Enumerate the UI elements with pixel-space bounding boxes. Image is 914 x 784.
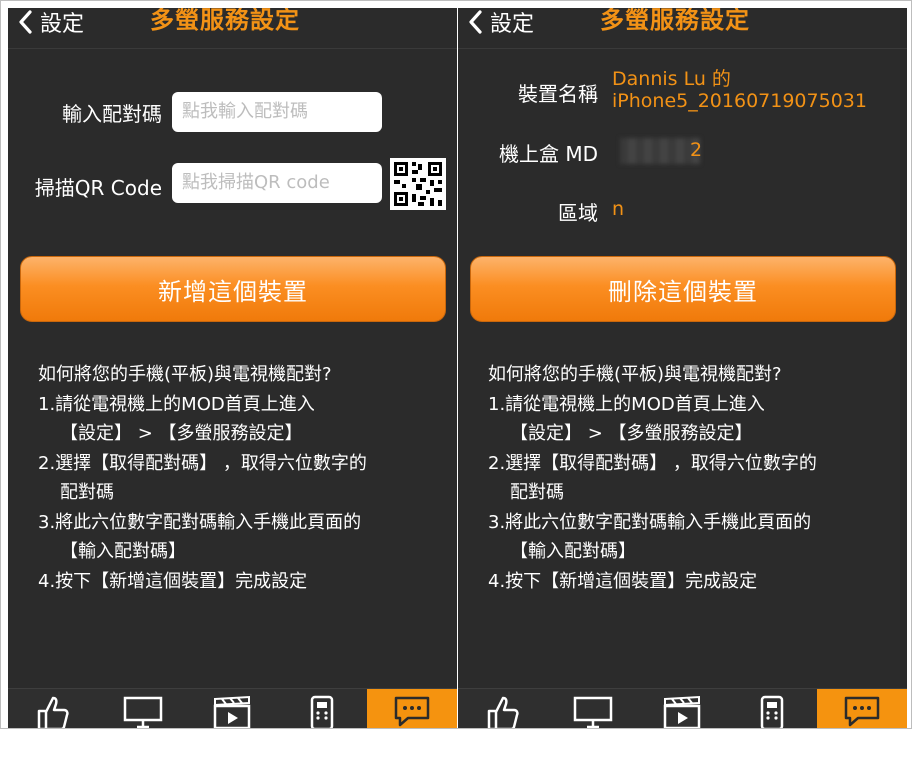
back-label: 設定 — [40, 12, 85, 37]
tab-remote[interactable] — [727, 689, 817, 728]
instruction-line: 如何將您的手機(平板)與電視機配對? — [488, 364, 782, 385]
right-screen-device-info: 設定 多螢服務設定 裝置名稱 Dannis Lu 的 iPhone5_20160… — [458, 8, 907, 728]
device-name-value-line2: iPhone5_20160719075031 — [612, 90, 867, 112]
page-title: 多螢服務設定 — [600, 8, 750, 34]
tab-video[interactable] — [638, 689, 728, 728]
tab-remote[interactable] — [277, 689, 367, 728]
pairing-code-label: 輸入配對碼 — [62, 102, 162, 126]
redacted-md-value — [620, 138, 700, 164]
nav-bar: 設定 多螢服務設定 — [458, 8, 907, 49]
tab-bar — [458, 688, 907, 728]
tab-video[interactable] — [188, 689, 278, 728]
instruction-line: 1.請從電視機上的MOD首頁上進入 — [488, 393, 765, 415]
stb-md-value-suffix: 2 — [690, 139, 703, 161]
instruction-line: 【設定】 > 【多螢服務設定】 — [60, 423, 303, 444]
pairing-instructions: 如何將您的手機(平板)與電視機配對? 1.請從電視機上的MOD首頁上進入 【設定… — [38, 360, 438, 596]
back-button[interactable]: 設定 — [18, 8, 84, 42]
region-value: n — [612, 198, 625, 220]
qr-scan-input[interactable]: 點我掃描QR code — [172, 163, 382, 203]
instruction-line: 2.選擇【取得配對碼】 ，取得六位數字的 — [38, 452, 367, 474]
left-screen-pairing: 設定 多螢服務設定 輸入配對碼 點我輸入配對碼 掃描QR Code 點我掃描QR… — [8, 8, 457, 728]
region-label: 區域 — [558, 201, 598, 225]
back-button[interactable]: 設定 — [468, 8, 534, 42]
qr-code-icon[interactable] — [390, 158, 446, 210]
back-label: 設定 — [490, 12, 535, 37]
tab-multiscreen[interactable] — [367, 689, 457, 728]
pairing-instructions: 如何將您的手機(平板)與電視機配對? 1.請從電視機上的MOD首頁上進入 【設定… — [488, 360, 888, 596]
device-name-value-line1: Dannis Lu 的 — [612, 68, 731, 90]
chevron-left-icon — [19, 10, 32, 34]
instruction-line: 1.請從電視機上的MOD首頁上進入 — [38, 393, 315, 415]
remote-control-icon — [311, 695, 334, 728]
instruction-line: 如何將您的手機(平板)與電視機配對? — [38, 364, 332, 385]
chat-bubble-icon — [394, 696, 430, 727]
thumbs-up-icon — [37, 696, 69, 728]
instruction-line: 【輸入配對碼】 — [510, 541, 636, 562]
instruction-line: 配對碼 — [60, 482, 114, 503]
film-clapper-icon — [664, 695, 701, 728]
instruction-line: 4.按下【新增這個裝置】完成設定 — [488, 570, 758, 592]
nav-bar: 設定 多螢服務設定 — [8, 8, 457, 49]
tab-multiscreen[interactable] — [817, 689, 907, 728]
qr-scan-label: 掃描QR Code — [34, 176, 162, 200]
tab-like[interactable] — [8, 689, 98, 728]
device-name-label: 裝置名稱 — [518, 82, 598, 106]
thumbs-up-icon — [487, 696, 519, 728]
remote-control-icon — [761, 695, 784, 728]
tab-like[interactable] — [458, 689, 548, 728]
tab-bar — [8, 688, 457, 728]
tv-icon — [123, 696, 162, 728]
tab-tv[interactable] — [98, 689, 188, 728]
tv-icon — [573, 696, 612, 728]
instruction-line: 【輸入配對碼】 — [60, 541, 186, 562]
page-title: 多螢服務設定 — [150, 8, 300, 34]
chat-bubble-icon — [844, 696, 880, 727]
instruction-line: 3.將此六位數字配對碼輸入手機此頁面的 — [38, 511, 362, 533]
instruction-line: 3.將此六位數字配對碼輸入手機此頁面的 — [488, 511, 812, 533]
delete-device-button[interactable]: 刪除這個裝置 — [470, 256, 896, 322]
pairing-code-input[interactable]: 點我輸入配對碼 — [172, 92, 382, 132]
instruction-line: 【設定】 > 【多螢服務設定】 — [510, 423, 753, 444]
instruction-line: 4.按下【新增這個裝置】完成設定 — [38, 570, 308, 592]
chevron-left-icon — [469, 10, 482, 34]
film-clapper-icon — [214, 695, 251, 728]
stb-md-label: 機上盒 MD — [498, 142, 598, 166]
tab-tv[interactable] — [548, 689, 638, 728]
instruction-line: 配對碼 — [510, 482, 564, 503]
instruction-line: 2.選擇【取得配對碼】 ，取得六位數字的 — [488, 452, 817, 474]
add-device-button[interactable]: 新增這個裝置 — [20, 256, 446, 322]
